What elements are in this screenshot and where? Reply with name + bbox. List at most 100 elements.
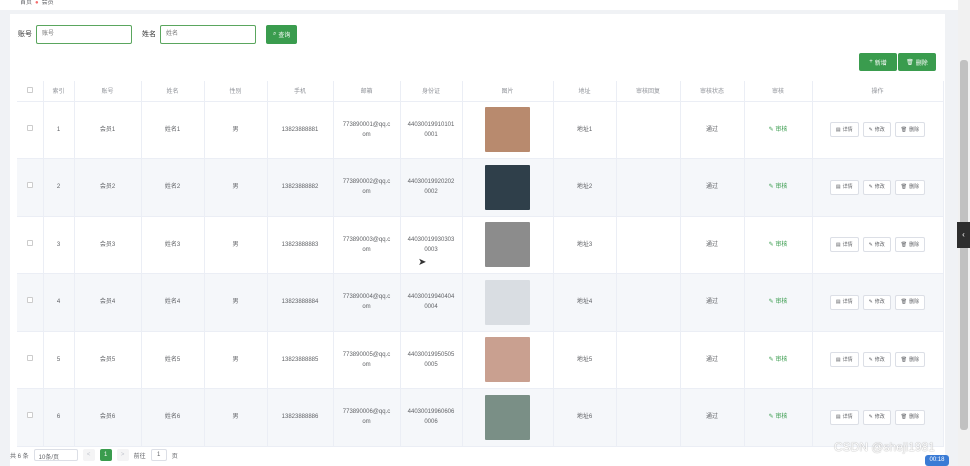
cell-audit: ✎ 审核 (744, 273, 813, 332)
row-select-cell[interactable] (17, 158, 44, 217)
query-button[interactable]: ⌕ 查询 (266, 24, 298, 44)
audit-link[interactable]: ✎ 审核 (769, 357, 788, 363)
delete-button[interactable]: 🗑 删除 (894, 122, 926, 138)
cell-photo (462, 216, 554, 274)
delete-button[interactable]: 🗑 删除 (894, 237, 926, 253)
edit-button[interactable]: ✎ 修改 (862, 122, 891, 138)
select-all-cell[interactable] (17, 81, 44, 102)
page-size-select[interactable]: 10条/页 (33, 449, 78, 461)
page-number-current[interactable]: 1 (99, 449, 112, 461)
edit-pen-icon: ✎ (768, 414, 774, 421)
member-table: 索引 账号 姓名 性别 手机 邮箱 身份证 图片 地址 审核回复 审核状态 审核… (17, 81, 944, 447)
detail-button[interactable]: ▤ 详情 (829, 237, 859, 253)
row-select-cell[interactable] (17, 388, 44, 447)
add-button-label: 新增 (874, 60, 887, 67)
detail-button[interactable]: ▤ 详情 (829, 352, 859, 368)
select-all-checkbox[interactable] (26, 86, 33, 93)
edit-button[interactable]: ✎ 修改 (862, 294, 891, 310)
cell-audit-reply (616, 273, 681, 332)
row-select-cell[interactable] (17, 273, 44, 332)
cell-index: 3 (43, 216, 75, 274)
member-photo[interactable] (485, 337, 530, 383)
cell-address: 地址5 (553, 331, 617, 389)
id-line-1: 44030019950505 (407, 351, 455, 358)
cell-email: 773890002@qq.c om (333, 158, 401, 217)
side-toggle-chevron-left-icon[interactable]: ‹ (957, 222, 970, 248)
cell-account: 会员2 (74, 158, 142, 217)
cell-photo (462, 388, 554, 447)
cell-phone: 13823888885 (267, 331, 334, 389)
row-actions: ▤ 详情 ✎ 修改 🗑 删除 (813, 294, 943, 310)
cell-audit-reply (616, 158, 681, 217)
row-select-cell[interactable] (17, 216, 44, 274)
cell-address: 地址2 (553, 158, 617, 217)
detail-button[interactable]: ▤ 详情 (829, 122, 859, 138)
audit-link[interactable]: ✎ 审核 (769, 414, 788, 420)
row-checkbox[interactable] (26, 354, 33, 361)
goto-input[interactable]: 1 (150, 449, 167, 461)
delete-button[interactable]: 🗑 删除 (894, 352, 926, 368)
delete-button[interactable]: 🗑 删除 (894, 294, 926, 310)
edit-icon: ✎ (868, 241, 873, 248)
cell-audit-status: 通过 (680, 273, 745, 332)
cell-address: 地址1 (553, 101, 617, 159)
next-page-button[interactable]: > (116, 449, 129, 461)
member-photo[interactable] (485, 164, 530, 210)
edit-pen-icon: ✎ (768, 356, 774, 363)
cell-operations: ▤ 详情 ✎ 修改 🗑 删除 (812, 101, 944, 159)
cell-gender: 男 (204, 101, 268, 159)
cell-audit-status: 通过 (680, 158, 745, 217)
edit-button[interactable]: ✎ 修改 (862, 409, 891, 425)
mouse-cursor-icon: ➤ (418, 257, 427, 268)
detail-button[interactable]: ▤ 详情 (829, 409, 859, 425)
account-input[interactable] (36, 24, 132, 44)
batch-delete-button[interactable]: 🗑 删除 (898, 53, 936, 71)
row-checkbox[interactable] (26, 239, 33, 246)
edit-button[interactable]: ✎ 修改 (862, 352, 891, 368)
member-photo[interactable] (485, 222, 530, 268)
member-photo[interactable] (485, 279, 530, 325)
row-checkbox[interactable] (26, 124, 33, 131)
cell-index: 6 (43, 388, 75, 447)
prev-page-button[interactable]: < (82, 449, 95, 461)
row-select-cell[interactable] (17, 331, 44, 389)
edit-button-label: 修改 (874, 241, 885, 248)
cell-account: 会员1 (74, 101, 142, 159)
cell-audit-status: 通过 (680, 216, 745, 274)
row-checkbox[interactable] (26, 412, 33, 419)
audit-link[interactable]: ✎ 审核 (769, 242, 788, 248)
cell-audit: ✎ 审核 (744, 331, 813, 389)
detail-button-label: 详情 (842, 126, 853, 133)
audit-link[interactable]: ✎ 审核 (769, 299, 788, 305)
table-row: 6 会员6 姓名6 男 13823888886 773890006@qq.c om 44030… (17, 388, 944, 447)
cell-id-card: 44030019930303 0003 (400, 216, 463, 274)
edit-button[interactable]: ✎ 修改 (862, 179, 891, 195)
row-checkbox[interactable] (26, 297, 33, 304)
breadcrumb-home[interactable]: 首页 (20, 0, 32, 6)
delete-button[interactable]: 🗑 删除 (894, 409, 926, 425)
row-actions: ▤ 详情 ✎ 修改 🗑 删除 (813, 237, 943, 253)
add-button[interactable]: + 新增 (859, 53, 897, 71)
detail-button[interactable]: ▤ 详情 (829, 179, 859, 195)
cell-phone: 13823888882 (267, 158, 334, 217)
audit-link[interactable]: ✎ 审核 (769, 184, 788, 190)
query-button-label: 查询 (278, 32, 291, 39)
delete-button[interactable]: 🗑 删除 (894, 179, 926, 195)
trash-icon: 🗑 (900, 126, 908, 133)
detail-button[interactable]: ▤ 详情 (829, 294, 859, 310)
cell-name: 姓名5 (141, 331, 205, 389)
row-select-cell[interactable] (17, 101, 44, 159)
id-line-1: 44030019910101 (407, 121, 455, 128)
member-photo[interactable] (485, 394, 530, 440)
member-photo[interactable] (485, 107, 530, 153)
edit-button[interactable]: ✎ 修改 (862, 237, 891, 253)
edit-icon: ✎ (868, 414, 873, 421)
header-operations: 操作 (812, 81, 944, 102)
id-line-2: 0002 (424, 189, 438, 196)
cell-email: 773890001@qq.c om (333, 101, 401, 159)
name-input[interactable] (160, 24, 256, 44)
document-icon: ▤ (835, 356, 841, 363)
row-checkbox[interactable] (26, 182, 33, 189)
audit-link[interactable]: ✎ 审核 (769, 127, 788, 133)
table-row: 1 会员1 姓名1 男 13823888881 773890001@qq.c om 44030… (17, 101, 944, 159)
